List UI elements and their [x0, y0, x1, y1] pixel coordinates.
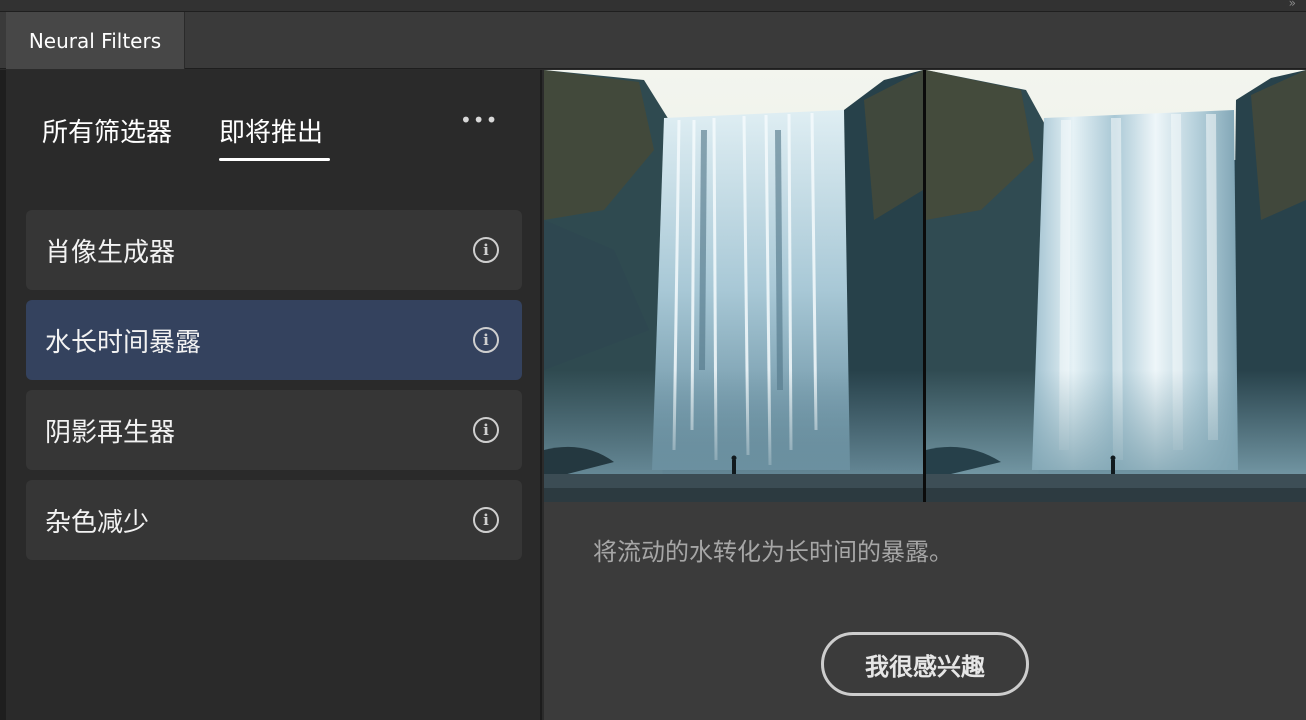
filter-item-label: 水长时间暴露	[45, 328, 202, 358]
filter-item-label: 杂色减少	[45, 508, 150, 538]
filter-item-portrait-generator[interactable]: 肖像生成器 i	[26, 210, 522, 290]
more-horizontal-icon[interactable]: •••	[460, 108, 498, 132]
filter-item-label: 阴影再生器	[45, 418, 176, 448]
filter-item-shadow-regenerator[interactable]: 阴影再生器 i	[26, 390, 522, 470]
info-icon[interactable]: i	[473, 237, 499, 263]
before-after-image	[544, 70, 1306, 502]
active-tab-indicator	[219, 158, 330, 161]
filter-item-noise-reduction[interactable]: 杂色减少 i	[26, 480, 522, 560]
top-strip: »	[0, 0, 1306, 12]
info-icon[interactable]: i	[473, 507, 499, 533]
panel-tab-neural-filters[interactable]: Neural Filters	[6, 12, 185, 69]
tab-all-filters[interactable]: 所有筛选器	[42, 112, 172, 149]
double-chevron-icon[interactable]: »	[1289, 0, 1296, 9]
info-icon[interactable]: i	[473, 417, 499, 443]
filter-sidebar: 所有筛选器 即将推出 ••• 肖像生成器 i 水长时间暴露 i 阴影再生器 i …	[6, 70, 542, 720]
filter-preview-panel: 将流动的水转化为长时间的暴露。 我很感兴趣	[544, 70, 1306, 720]
interested-button[interactable]: 我很感兴趣	[821, 632, 1029, 696]
panel-tab-bar: Neural Filters	[0, 12, 1306, 69]
filter-item-water-long-exposure[interactable]: 水长时间暴露 i	[26, 300, 522, 380]
info-icon[interactable]: i	[473, 327, 499, 353]
after-image	[926, 70, 1306, 502]
tab-coming-soon[interactable]: 即将推出	[219, 112, 323, 149]
filter-description: 将流动的水转化为长时间的暴露。	[593, 538, 953, 566]
filter-item-label: 肖像生成器	[45, 238, 176, 268]
before-image	[544, 70, 923, 502]
